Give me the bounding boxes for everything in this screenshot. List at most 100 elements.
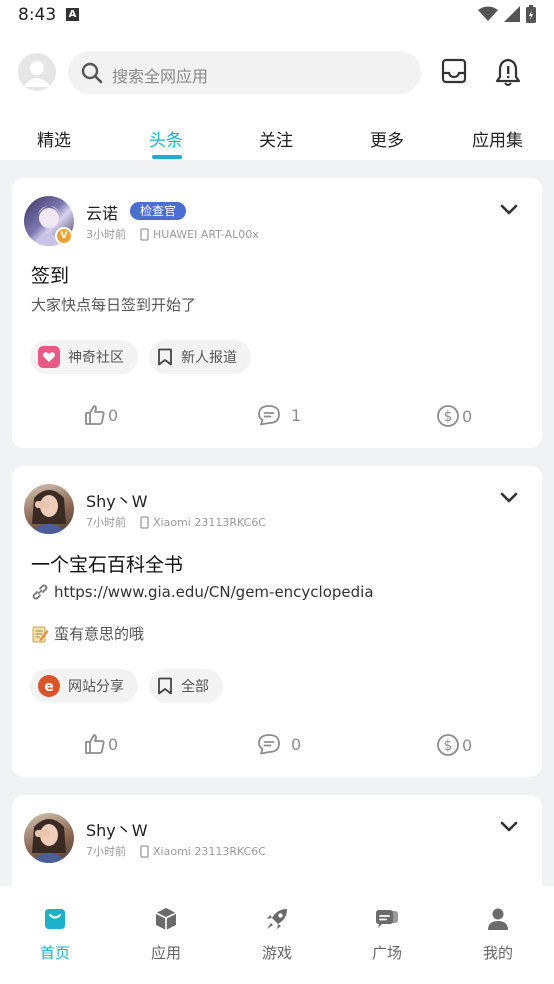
svg-text:$: $ — [444, 738, 453, 754]
nav-label: 应用 — [150, 944, 181, 962]
chevron-down-icon[interactable] — [500, 204, 518, 216]
comment-icon — [258, 734, 280, 755]
tab-app-collections[interactable]: 应用集 — [472, 126, 523, 151]
avatar-image — [30, 819, 68, 863]
status-bar: 8:43 A — [0, 0, 554, 32]
post-username[interactable]: Shy丶W — [86, 817, 148, 841]
role-tag: 检查官 — [130, 202, 187, 220]
user-avatar[interactable] — [18, 53, 56, 91]
svg-text:e: e — [44, 679, 54, 695]
search-placeholder: 搜索全网应用 — [112, 67, 209, 86]
svg-text:$: $ — [444, 409, 453, 425]
phone-icon — [140, 227, 149, 241]
post-card[interactable]: Shy丶W 7小时前 Xiaomi 23113RKC6C 一个宝石百科全书 ht… — [12, 466, 542, 777]
chip-label: 新人报道 — [181, 350, 237, 366]
chat-bubbles-icon — [376, 910, 398, 928]
website-share-icon: e — [38, 675, 60, 697]
comment-count: 0 — [291, 734, 302, 754]
post-actions: 0 1 $ 0 — [12, 404, 542, 432]
avatar-image — [30, 490, 68, 534]
coin-button[interactable]: $ 0 — [436, 733, 472, 757]
thumbs-up-icon — [85, 734, 105, 754]
topic-chip[interactable]: 全部 — [149, 669, 223, 703]
post-title[interactable]: 一个宝石百科全书 — [31, 550, 183, 577]
like-count: 0 — [108, 734, 119, 754]
topic-chip[interactable]: 新人报道 — [149, 340, 251, 374]
bookmark-icon — [158, 348, 172, 366]
coin-count: 0 — [462, 406, 473, 426]
comment-button[interactable]: 0 — [257, 733, 301, 755]
comment-button[interactable]: 1 — [257, 404, 301, 426]
post-title[interactable]: 签到 — [31, 261, 69, 288]
nav-label: 广场 — [371, 944, 402, 962]
cube-icon — [155, 908, 177, 930]
post-note-text: 蛮有意思的哦 — [54, 625, 145, 643]
rocket-icon — [267, 909, 287, 929]
person-icon — [488, 908, 508, 930]
nav-label: 我的 — [482, 944, 513, 962]
post-meta: 3小时前 HUAWEI ART-AL00x — [86, 226, 259, 242]
community-app-icon — [38, 346, 60, 368]
nav-me[interactable]: 我的 — [463, 904, 533, 963]
post-body[interactable]: 大家快点每日签到开始了 — [31, 294, 196, 315]
battery-icon — [526, 5, 536, 23]
nav-label: 游戏 — [261, 944, 292, 962]
post-meta: 7小时前 Xiaomi 23113RKC6C — [86, 514, 266, 530]
post-link[interactable]: https://www.gia.edu/CN/gem-encyclopedia — [31, 583, 374, 601]
chip-label: 全部 — [181, 679, 209, 695]
post-meta: 7小时前 Xiaomi 23113RKC6C — [86, 843, 266, 859]
person-placeholder-icon — [23, 61, 51, 87]
coin-icon: $ — [437, 734, 459, 756]
tab-bar: 精选 头条 关注 更多 应用集 — [0, 120, 554, 160]
coin-count: 0 — [462, 735, 473, 755]
tab-headlines[interactable]: 头条 — [149, 126, 183, 151]
tab-featured[interactable]: 精选 — [37, 126, 71, 151]
coin-button[interactable]: $ 0 — [436, 404, 472, 428]
post-device: Xiaomi 23113RKC6C — [153, 844, 266, 858]
post-username[interactable]: Shy丶W — [86, 488, 148, 512]
tab-following[interactable]: 关注 — [259, 126, 293, 151]
top-area: 8:43 A 搜索全网应用 精选 头条 关注 更多 应用集 — [0, 0, 554, 160]
post-author-avatar[interactable] — [24, 813, 74, 863]
verified-badge: V — [55, 227, 73, 245]
category-chip[interactable]: e 网站分享 — [30, 669, 138, 703]
post-device: HUAWEI ART-AL00x — [153, 227, 259, 241]
like-button[interactable]: 0 — [84, 733, 118, 755]
post-username[interactable]: 云诺 — [86, 200, 118, 224]
inbox-icon[interactable] — [441, 58, 467, 84]
chevron-down-icon[interactable] — [500, 821, 518, 833]
post-author-avatar[interactable] — [24, 484, 74, 534]
memo-icon — [32, 626, 49, 642]
nav-games[interactable]: 游戏 — [242, 904, 312, 963]
signal-icon — [504, 6, 520, 22]
community-chip[interactable]: 神奇社区 — [30, 340, 138, 374]
chip-label: 网站分享 — [68, 679, 124, 695]
status-time: 8:43 — [18, 5, 57, 25]
post-card[interactable]: V 云诺 检查官 3小时前 HUAWEI ART-AL00x 签到 大家快点每日… — [12, 178, 542, 448]
post-time: 7小时前 — [86, 845, 126, 858]
nav-label: 首页 — [39, 944, 70, 962]
chevron-down-icon[interactable] — [500, 492, 518, 504]
phone-icon — [140, 844, 149, 858]
post-time: 7小时前 — [86, 516, 126, 529]
wifi-icon — [478, 6, 498, 21]
nav-plaza[interactable]: 广场 — [352, 904, 422, 963]
comment-icon — [258, 405, 280, 426]
home-bag-icon — [45, 909, 65, 929]
notification-bell-icon[interactable] — [494, 57, 522, 87]
post-time: 3小时前 — [86, 228, 126, 241]
tab-more[interactable]: 更多 — [370, 126, 404, 151]
link-icon — [32, 584, 48, 600]
like-button[interactable]: 0 — [84, 404, 118, 426]
comment-count: 1 — [291, 405, 302, 425]
status-icons — [478, 5, 536, 23]
chip-label: 神奇社区 — [68, 350, 124, 366]
phone-icon — [140, 515, 149, 529]
search-input[interactable]: 搜索全网应用 — [68, 51, 421, 94]
nav-home[interactable]: 首页 — [20, 904, 90, 963]
post-link-text: https://www.gia.edu/CN/gem-encyclopedia — [54, 583, 374, 601]
coin-icon: $ — [437, 405, 459, 427]
bottom-navigation: 首页 应用 游戏 广场 我的 — [0, 886, 554, 984]
nav-apps[interactable]: 应用 — [131, 904, 201, 963]
like-count: 0 — [108, 405, 119, 425]
